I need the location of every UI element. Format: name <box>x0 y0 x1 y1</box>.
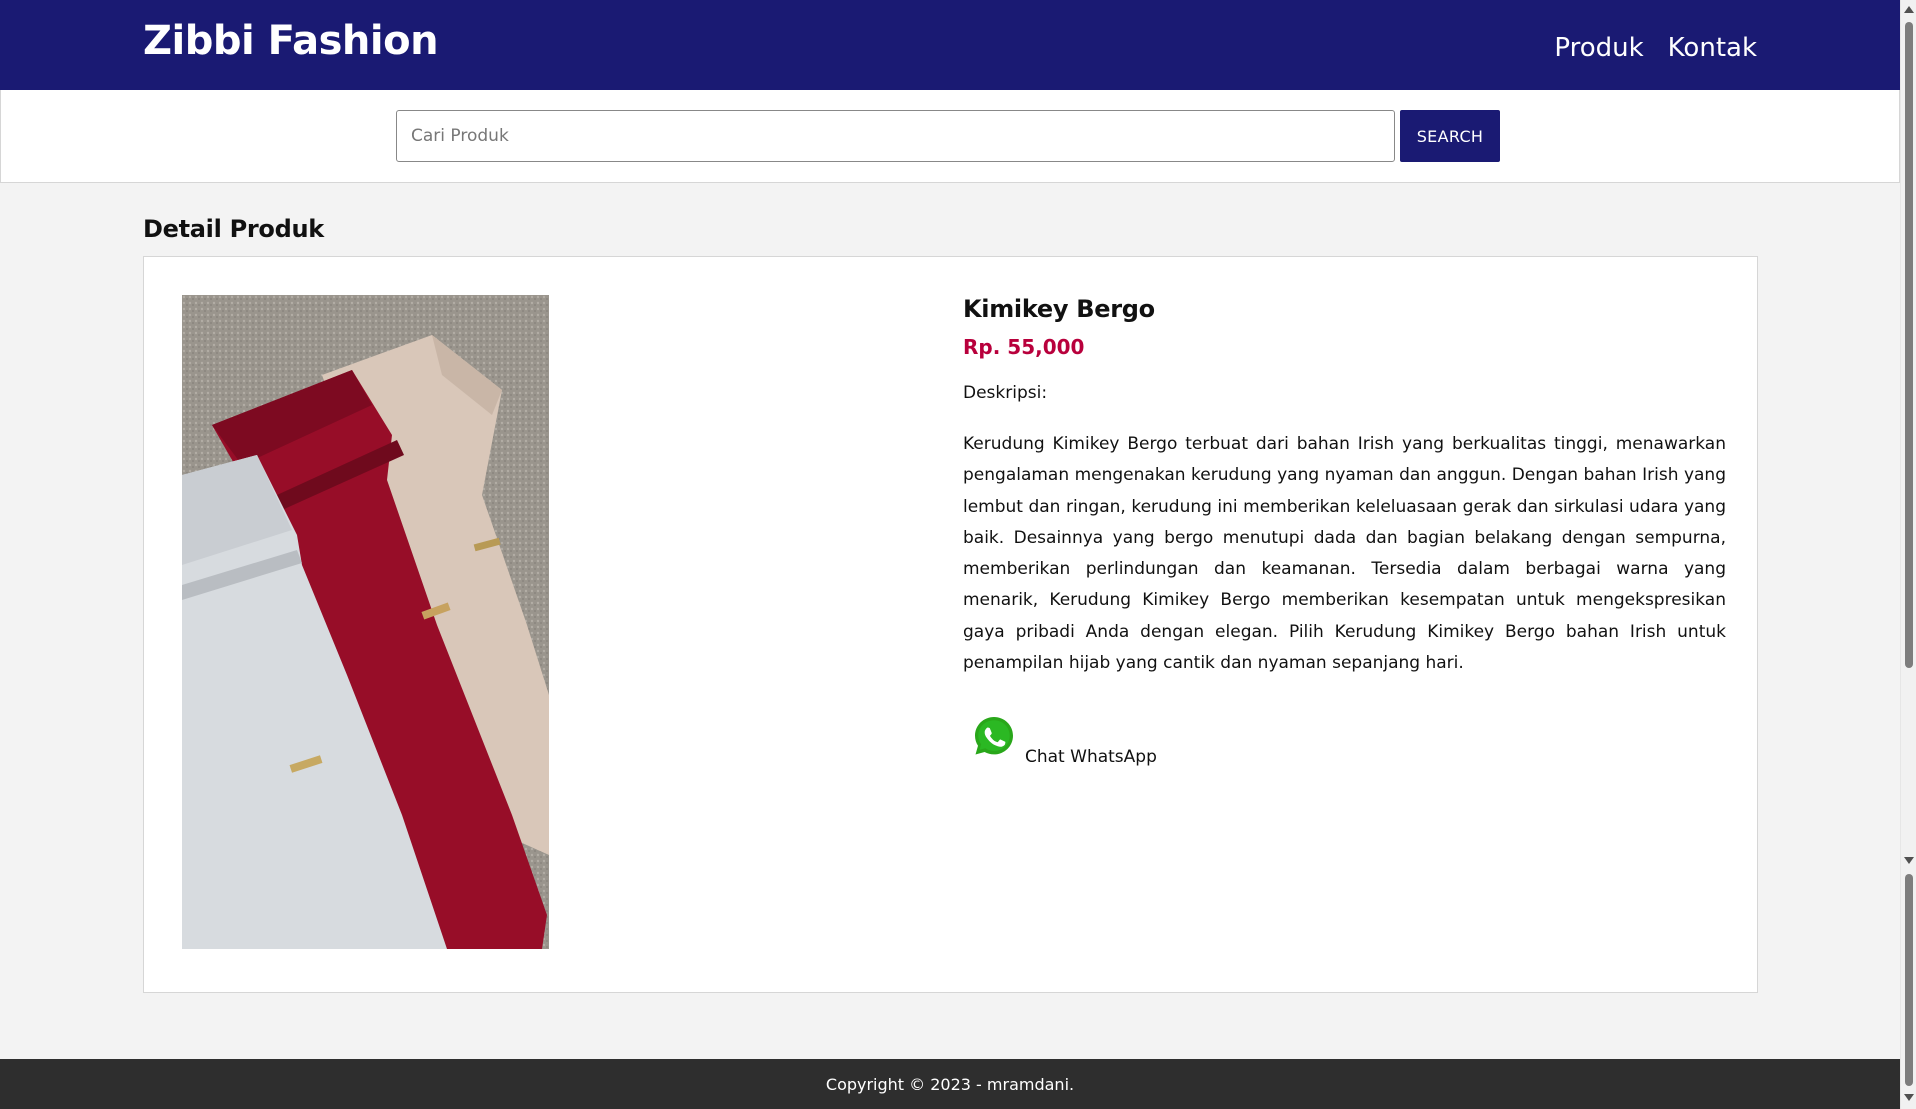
scroll-down-arrow-icon[interactable] <box>1904 1094 1914 1101</box>
scroll-up-arrow-icon[interactable] <box>1904 6 1914 13</box>
page-scrollbar[interactable] <box>1900 0 1916 1109</box>
nav-link-kontak[interactable]: Kontak <box>1668 33 1757 63</box>
product-price: Rp. 55,000 <box>963 335 1085 359</box>
search-input[interactable] <box>396 110 1395 162</box>
product-description: Kerudung Kimikey Bergo terbuat dari baha… <box>963 434 1726 674</box>
product-name: Kimikey Bergo <box>963 295 1155 323</box>
product-image <box>182 295 549 949</box>
product-info-column: Kimikey Bergo Rp. 55,000 Deskripsi: Keru… <box>963 295 1726 954</box>
whatsapp-icon[interactable] <box>963 705 1025 768</box>
site-header: Zibbi Fashion Produk Kontak <box>0 0 1900 90</box>
scroll-thumb[interactable] <box>1905 22 1913 668</box>
whatsapp-chat-link[interactable]: Chat WhatsApp <box>963 705 1726 768</box>
brand-logo-text[interactable]: Zibbi Fashion <box>143 18 439 64</box>
copyright-text: Copyright © 2023 - mramdani. <box>825 1074 1075 1094</box>
search-button[interactable]: SEARCH <box>1400 110 1500 162</box>
nav-link-produk[interactable]: Produk <box>1554 33 1643 63</box>
scroll-mid-arrow-icon[interactable] <box>1904 857 1914 864</box>
whatsapp-chat-label[interactable]: Chat WhatsApp <box>1025 747 1157 767</box>
page: Zibbi Fashion Produk Kontak SEARCH Detai… <box>0 0 1900 1109</box>
scroll-thumb-lower[interactable] <box>1905 874 1913 1086</box>
description-label: Deskripsi: <box>963 383 1048 403</box>
page-title: Detail Produk <box>143 215 324 243</box>
site-footer: Copyright © 2023 - mramdani. <box>0 1059 1900 1109</box>
product-detail-card: Kimikey Bergo Rp. 55,000 Deskripsi: Keru… <box>143 256 1758 993</box>
main-nav: Produk Kontak <box>1554 33 1757 63</box>
main-content: Detail Produk Kimikey Bergo Rp. 55,000 D… <box>0 215 1900 993</box>
product-image-column <box>182 295 963 954</box>
search-bar: SEARCH <box>0 90 1900 183</box>
